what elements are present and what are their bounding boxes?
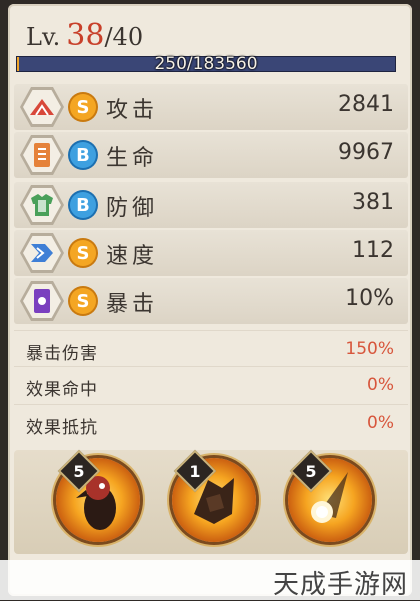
stat-name: 暴击 (106, 292, 159, 317)
grade-badge: B (70, 192, 96, 218)
substat-value: 0% (367, 375, 394, 395)
stat-row-health[interactable]: B 生命 9967 (14, 132, 408, 178)
stat-row-defense[interactable]: B 防御 381 (14, 182, 408, 228)
grade-badge: S (70, 240, 96, 266)
substat-row-effect-hit: 效果命中 0% (14, 366, 408, 403)
watermark-logo: 天成手游网 (272, 570, 408, 600)
fan-icon (30, 99, 54, 116)
stat-value: 9967 (338, 140, 394, 165)
stat-value: 10% (345, 286, 394, 311)
level-max: /40 (104, 23, 144, 51)
grade-badge: S (70, 288, 96, 314)
substat-row-effect-resist: 效果抵抗 0% (14, 404, 408, 441)
substat-value: 150% (345, 339, 394, 359)
armor-icon (31, 194, 53, 216)
stat-value: 112 (352, 238, 394, 263)
stat-row-attack[interactable]: S 攻击 2841 (14, 84, 408, 130)
substat-name: 效果抵抗 (26, 418, 98, 438)
substat-name: 暴击伤害 (26, 344, 98, 364)
stat-name: 生命 (106, 146, 159, 171)
grade-badge: B (70, 142, 96, 168)
stat-name: 速度 (106, 244, 159, 269)
substat-row-crit-damage: 暴击伤害 150% (14, 330, 408, 367)
skills-bar: 5 1 5 (14, 449, 408, 554)
experience-text: 250/183560 (154, 54, 258, 74)
chevron-speed-icon (31, 244, 53, 262)
scroll-icon (34, 143, 50, 167)
grade-badge: S (70, 94, 96, 120)
level-current: 38 (66, 18, 105, 53)
stat-row-speed[interactable]: S 速度 112 (14, 230, 408, 276)
stat-name: 防御 (106, 196, 159, 221)
experience-bar: 250/183560 (16, 54, 396, 74)
watermark-band: 天成手游网 (0, 560, 420, 600)
level-display: Lv. 38 /40 (26, 18, 143, 58)
level-prefix: Lv. (26, 23, 61, 51)
charm-icon (34, 289, 50, 313)
substat-value: 0% (367, 413, 394, 433)
substat-name: 效果命中 (26, 380, 98, 400)
stat-value: 2841 (338, 92, 394, 117)
stat-name: 攻击 (106, 98, 159, 123)
stat-row-critical[interactable]: S 暴击 10% (14, 278, 408, 324)
stat-value: 381 (352, 190, 394, 215)
